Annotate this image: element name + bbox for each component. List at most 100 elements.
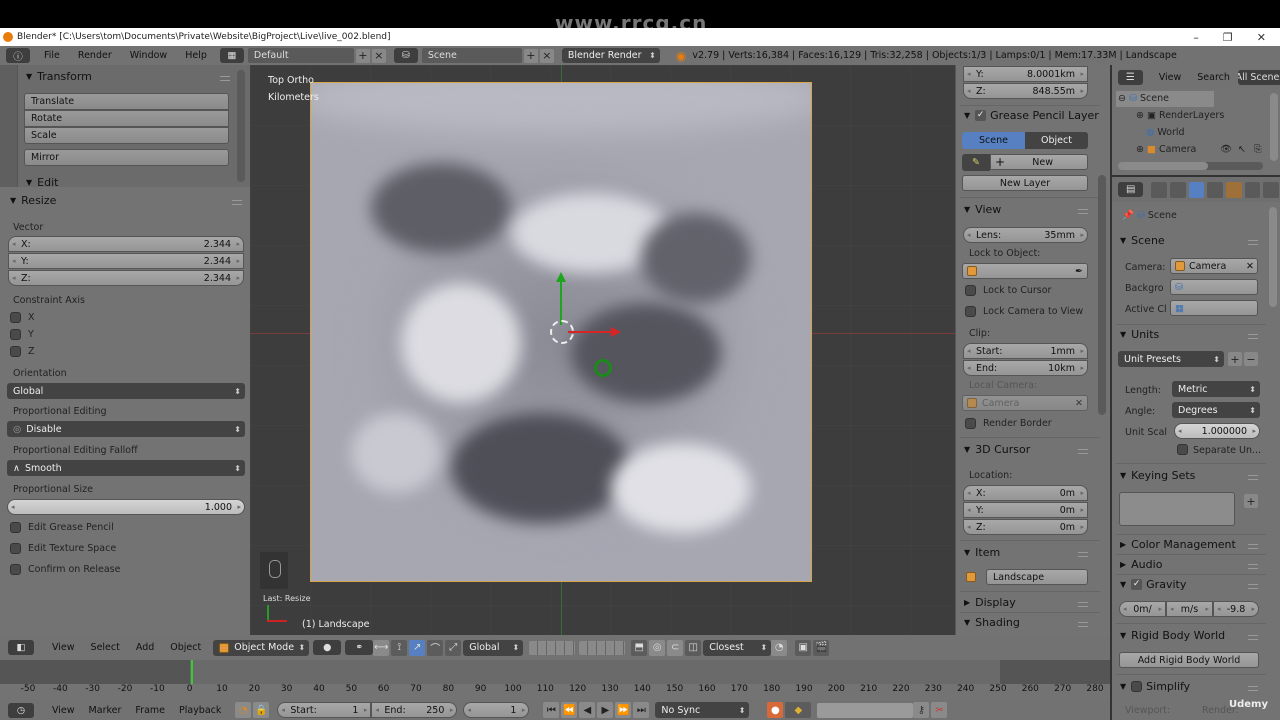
length-unit-select[interactable]: Metric ⬍ [1172,381,1260,397]
panel-grip[interactable] [1078,552,1088,557]
menu-render[interactable]: Render [78,50,112,61]
lock-cursor-checkbox[interactable] [965,285,976,296]
translate-manipulator-icon[interactable]: ↗ [409,639,426,656]
grease-pencil-layer-header[interactable]: ▼ ✓ Grease Pencil Layer [964,109,1099,122]
gravity-panel-header[interactable]: ▼ ✓ Gravity [1120,578,1186,591]
color-management-panel-header[interactable]: ▶ Color Management [1120,538,1236,551]
constraint-y-checkbox[interactable] [10,329,21,340]
keying-sets-panel-header[interactable]: ▼ Keying Sets [1120,469,1195,482]
tab-scene[interactable] [1188,181,1205,198]
add-rigid-body-world-button[interactable]: Add Rigid Body World [1119,652,1259,668]
gravity-y-field[interactable]: m/s [1166,601,1213,617]
eyedropper-icon[interactable]: ✒ [1075,266,1083,277]
outliner-search-menu[interactable]: Search [1197,72,1230,83]
keying-mode-icon[interactable]: ◆ [785,702,812,718]
panel-grip[interactable] [1248,240,1258,245]
pin-icon[interactable]: 📌 [1122,210,1134,221]
outliner-hscrollbar[interactable] [1118,162,1208,170]
menu-select[interactable]: Select [91,642,120,653]
panel-grip[interactable] [232,200,242,205]
outliner-item-camera[interactable]: ⊕ ■ Camera [1136,144,1196,155]
panel-grip[interactable] [1248,334,1258,339]
timeline-menu-view[interactable]: View [52,705,75,716]
scale-button[interactable]: Scale [24,127,229,144]
screen-layout-icon[interactable]: ▦ [219,48,244,63]
jump-prev-keyframe-icon[interactable]: ⏪ [561,702,578,718]
orientation-select[interactable]: Global ⬍ [7,383,245,399]
unit-scale-field[interactable]: 1.000000 [1174,423,1260,439]
panel-grip[interactable] [1078,602,1088,607]
panel-grip[interactable] [1078,449,1088,454]
view-panel-header[interactable]: ▼ View [964,203,1001,216]
keying-sets-list[interactable] [1119,492,1235,526]
scene-icon[interactable]: ⛁ [393,48,418,63]
constraint-x-checkbox[interactable] [10,312,21,323]
units-panel-header[interactable]: ▼ Units [1120,328,1159,341]
snap-element-icon[interactable]: ◫ [685,639,702,656]
menu-view[interactable]: View [52,642,75,653]
jump-next-keyframe-icon[interactable]: ⏩ [615,702,632,718]
collapse-icon[interactable]: ⊖ [1118,93,1126,104]
grease-object-tab[interactable]: Object [1025,132,1088,149]
active-clip-field[interactable]: ▦ [1170,300,1258,316]
3d-viewport[interactable]: Top Ortho Kilometers Last: Resize (1) La… [250,65,955,635]
remove-preset-button[interactable]: − [1244,352,1258,366]
grease-pencil-icon[interactable]: ✎ [962,154,990,171]
scene-panel-header[interactable]: ▼ Scene [1120,234,1165,247]
3d-view-editor-type-icon[interactable]: ◧ [8,640,34,655]
rotate-manipulator-icon[interactable]: ⌒ [427,639,444,656]
dimension-y-field[interactable]: Y: 8.0001km [963,66,1088,82]
grease-pencil-enable-checkbox[interactable]: ✓ [975,110,987,121]
shading-panel-header[interactable]: ▼ Shading [964,616,1020,629]
menu-object[interactable]: Object [170,642,201,653]
menu-help[interactable]: Help [185,50,207,61]
panel-grip[interactable] [1248,544,1258,549]
simplify-checkbox[interactable] [1131,681,1143,692]
lens-field[interactable]: Lens: 35mm [963,227,1088,243]
clip-start-field[interactable]: Start: 1mm [963,343,1088,359]
panel-grip[interactable] [1248,686,1258,691]
x-axis-gizmo-arrow[interactable] [568,327,621,337]
panel-grip[interactable] [1078,209,1088,214]
panel-grip[interactable] [1078,622,1088,627]
proportional-size-field[interactable]: 1.000 [7,499,245,515]
clear-icon[interactable]: ✕ [1075,398,1083,409]
local-camera-field[interactable]: Camera ✕ [962,395,1088,411]
add-scene-button[interactable]: + [523,48,538,63]
scene-layers-row-1[interactable] [529,640,576,655]
mirror-button[interactable]: Mirror [24,149,229,166]
tab-render-layers[interactable] [1170,181,1186,198]
rigid-body-world-panel-header[interactable]: ▼ Rigid Body World [1120,629,1225,642]
unit-presets-select[interactable]: Unit Presets ⬍ [1118,351,1224,367]
timeline-menu-frame[interactable]: Frame [135,705,165,716]
properties-region-scrollbar[interactable] [1098,175,1106,415]
start-frame-field[interactable]: Start: 1 [277,702,372,718]
timeline-menu-marker[interactable]: Marker [89,705,122,716]
manipulator-toggle-icon[interactable]: ⟷ [373,639,390,656]
clip-end-field[interactable]: End: 10km [963,360,1088,376]
new-layer-button[interactable]: New Layer [962,175,1088,191]
menu-add[interactable]: Add [136,642,154,653]
rotate-button[interactable]: Rotate [24,110,229,127]
outliner-view-menu[interactable]: View [1159,72,1182,83]
outliner-display-mode-select[interactable]: All Scenes [1237,69,1280,85]
lock-camera-checkbox[interactable] [965,306,976,317]
y-axis-gizmo-arrow[interactable] [556,272,566,325]
info-editor-type-icon[interactable]: ⓘ [6,48,30,63]
vector-z-field[interactable]: Z: 2.344 [8,270,244,286]
3d-cursor-panel-header[interactable]: ▼ 3D Cursor [964,443,1030,456]
dimension-z-field[interactable]: Z: 848.55m [963,83,1088,99]
outliner-vscrollbar[interactable] [1270,93,1278,161]
visibility-eye-icon[interactable]: 👁 [1220,144,1232,155]
pivot-point-select[interactable]: ⚭ [345,640,374,655]
mode-select[interactable]: Object Mode ⬍ [213,639,310,656]
menu-file[interactable]: File [44,50,60,61]
grease-scene-tab[interactable]: Scene [962,132,1025,149]
item-panel-header[interactable]: ▼ Item [964,546,1000,559]
manipulator-axes-icon[interactable]: ⟟ [391,639,408,656]
scene-field[interactable]: Scene [421,48,522,63]
render-border-checkbox[interactable] [965,418,976,429]
panel-grip[interactable] [1248,564,1258,569]
jump-start-icon[interactable]: ⏮ [543,702,560,718]
edit-texture-space-checkbox[interactable] [10,543,21,554]
